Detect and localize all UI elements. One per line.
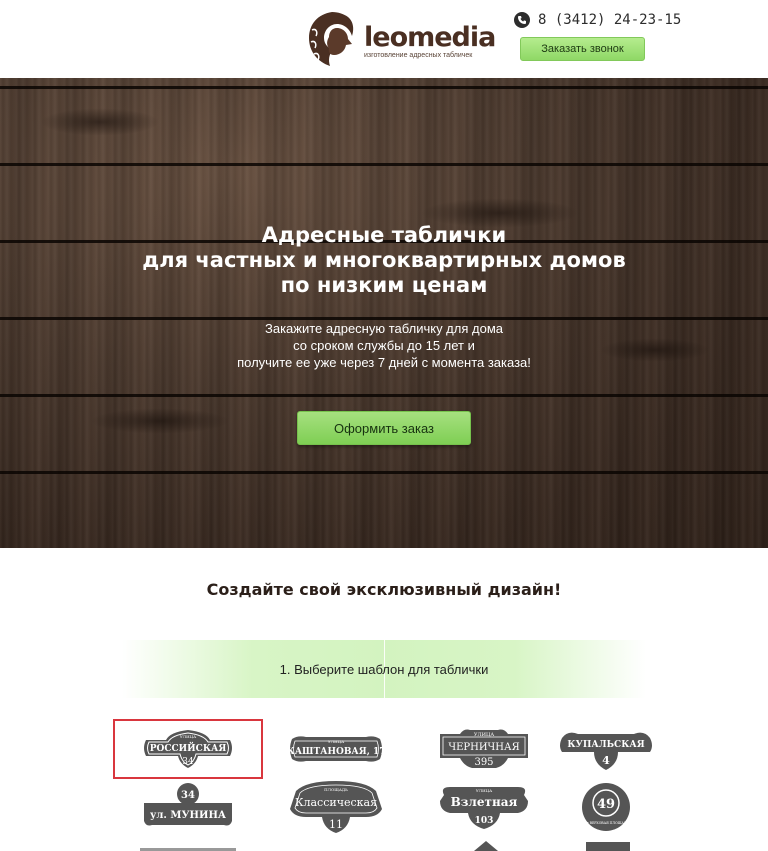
template-option[interactable]: УЛИЦА КАШТАНОВАЯ, 17 [262,720,410,778]
template-option-partial[interactable] [474,841,498,851]
hero-title: Адресные таблички для частных и многоква… [0,223,768,298]
hero-subtitle-line: со сроком службы до 15 лет и [293,338,475,353]
logo-name: leomedia [364,22,496,53]
hero-subtitle-line: Закажите адресную табличку для дома [265,321,503,336]
plate-number: 395 [474,757,493,768]
lion-icon [309,12,354,66]
phone-icon [514,12,530,28]
template-option[interactable]: УЛИЦА РОССИЙСКАЯ 34 [113,719,263,779]
plate-number: 34 [182,757,194,767]
plate-street: ЧЕРНИЧНАЯ [448,742,519,753]
plate-image: УЛИЦА КАШТАНОВАЯ, 17 [287,736,386,762]
plate-small-text: УЛИЦА [180,734,196,739]
plate-image: УЛИЦА ЧЕРНИЧНАЯ 395 [440,729,528,768]
step-label: 1. Выберите шаблон для таблички [279,661,489,677]
plate-image: УЛИЦА РОССИЙСКАЯ 34 [144,730,232,768]
hero-title-line: по низким ценам [280,273,488,297]
phone-contact[interactable]: 8 (3412) 24-23-15 [514,11,681,29]
site-header: leomedia изготовление адресных табличек … [0,0,768,78]
plate-image: УЛИЦА КУПАЛЬСКАЯ 4 [560,729,652,770]
section-title: Создайте свой эксклюзивный дизайн! [206,580,562,599]
plate-number: 11 [329,818,343,831]
order-button[interactable]: Оформить заказ [297,411,471,445]
hero-subtitle-line: получите ее уже через 7 дней с момента з… [237,355,531,370]
plate-small-text: УЛИЦА [476,788,492,793]
step-banner: 1. Выберите шаблон для таблички [122,640,646,698]
plate-street: ул. МУНИНА [150,810,227,821]
plate-small-text: 2-я ВЕРХОВАЯ ПЛОЩАДЬ [583,821,629,825]
plate-street: КУПАЛЬСКАЯ [567,740,644,750]
leomedia-logo[interactable]: leomedia изготовление адресных табличек [304,10,496,68]
plate-number: 4 [602,754,610,767]
plate-small-text: ПЛОЩАДЬ [324,787,348,792]
template-option[interactable]: УЛИЦА КУПАЛЬСКАЯ 4 [532,720,680,778]
hero-title-line: для частных и многоквартирных домов [142,248,626,272]
wood-knot [40,108,160,136]
hero-banner [0,78,768,548]
plate-small-text: УЛИЦА [598,729,614,734]
template-option[interactable]: 34 ул. МУНИНА [114,778,262,836]
plate-image: 49 2-я ВЕРХОВАЯ ПЛОЩАДЬ [582,783,630,831]
plate-image: ПЛОЩАДЬ Классическая 11 [290,781,382,833]
plate-street: КАШТАНОВАЯ, 17 [287,747,386,757]
plate-street: Классическая [295,796,377,809]
logo-tagline: изготовление адресных табличек [364,52,473,59]
template-option[interactable]: ПЛОЩАДЬ Классическая 11 [262,778,410,836]
plate-small-text: УЛИЦА [328,739,344,744]
hero-subtitle: Закажите адресную табличку для дома со с… [0,320,768,371]
plate-image: УЛИЦА Взлетная 103 [440,787,528,829]
callback-button[interactable]: Заказать звонок [520,37,645,61]
plate-number: 49 [597,797,615,812]
template-option[interactable]: 49 2-я ВЕРХОВАЯ ПЛОЩАДЬ [532,778,680,836]
plate-small-text: 34 [181,790,195,801]
template-grid: УЛИЦА РОССИЙСКАЯ 34 УЛИЦА КАШТАНОВАЯ, 17… [0,718,768,851]
plate-image: 34 ул. МУНИНА [144,783,232,826]
plate-small-text: УЛИЦА [474,732,495,738]
plate-street: Взлетная [451,795,518,809]
hero-title-line: Адресные таблички [261,223,507,247]
wood-knot [90,408,230,434]
template-option-partial[interactable] [586,842,630,851]
phone-number: 8 (3412) 24-23-15 [538,12,682,28]
plate-number: 103 [475,816,494,826]
